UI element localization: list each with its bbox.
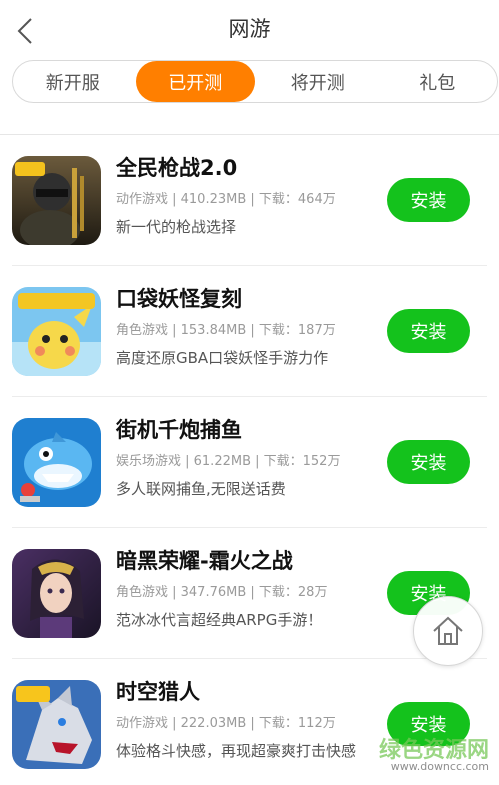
list-item[interactable]: 口袋妖怪复刻 角色游戏 | 153.84MB | 下载：187万 高度还原GBA… [0,266,499,397]
page-title: 网游 [228,17,271,41]
pocket-monster-game-icon[interactable] [12,287,101,376]
install-button[interactable]: 安装 [387,178,470,222]
app-name[interactable]: 时空猎人 [116,677,200,707]
app-description: 多人联网捕鱼,无限送话费 [116,480,286,498]
home-button[interactable] [413,596,483,666]
list-item[interactable]: 街机千炮捕鱼 娱乐场游戏 | 61.22MB | 下载：152万 多人联网捕鱼,… [0,397,499,528]
tab-opened-tests[interactable]: 已开测 [135,61,255,102]
app-description: 高度还原GBA口袋妖怪手游力作 [116,349,329,367]
tab-new-servers[interactable]: 新开服 [13,61,133,102]
heroine-game-icon[interactable] [12,549,101,638]
soldier-game-icon[interactable] [12,156,101,245]
app-description: 范冰冰代言超经典ARPG手游！ [116,611,323,629]
tab-upcoming-tests[interactable]: 将开测 [258,61,378,102]
wolf-game-icon[interactable] [12,680,101,769]
watermark: 绿色资源网 www.downcc.com [360,732,495,782]
app-description: 新一代的枪战选择 [116,218,237,236]
app-meta: 角色游戏 | 347.76MB | 下载：28万 [116,585,328,600]
install-button[interactable]: 安装 [387,440,470,484]
app-list: 全民枪战2.0 动作游戏 | 410.23MB | 下载：464万 新一代的枪战… [0,135,499,785]
app-description: 体验格斗快感，再现超豪爽打击快感 [116,742,357,760]
list-item[interactable]: 全民枪战2.0 动作游戏 | 410.23MB | 下载：464万 新一代的枪战… [0,135,499,266]
header: 网游 [0,0,499,58]
shark-game-icon[interactable] [12,418,101,507]
install-button[interactable]: 安装 [387,309,470,353]
app-name[interactable]: 全民枪战2.0 [116,153,237,183]
tab-bar: 新开服 已开测 将开测 礼包 [12,60,498,103]
tab-gift-packs[interactable]: 礼包 [378,61,498,102]
home-icon [433,616,463,645]
app-meta: 娱乐场游戏 | 61.22MB | 下载：152万 [116,454,341,469]
watermark-url: www.downcc.com [390,760,489,773]
app-meta: 动作游戏 | 222.03MB | 下载：112万 [116,716,336,731]
app-meta: 角色游戏 | 153.84MB | 下载：187万 [116,323,336,338]
app-name[interactable]: 暗黑荣耀-霜火之战 [116,546,293,576]
app-name[interactable]: 口袋妖怪复刻 [116,284,242,314]
app-name[interactable]: 街机千炮捕鱼 [116,415,242,445]
app-meta: 动作游戏 | 410.23MB | 下载：464万 [116,192,336,207]
